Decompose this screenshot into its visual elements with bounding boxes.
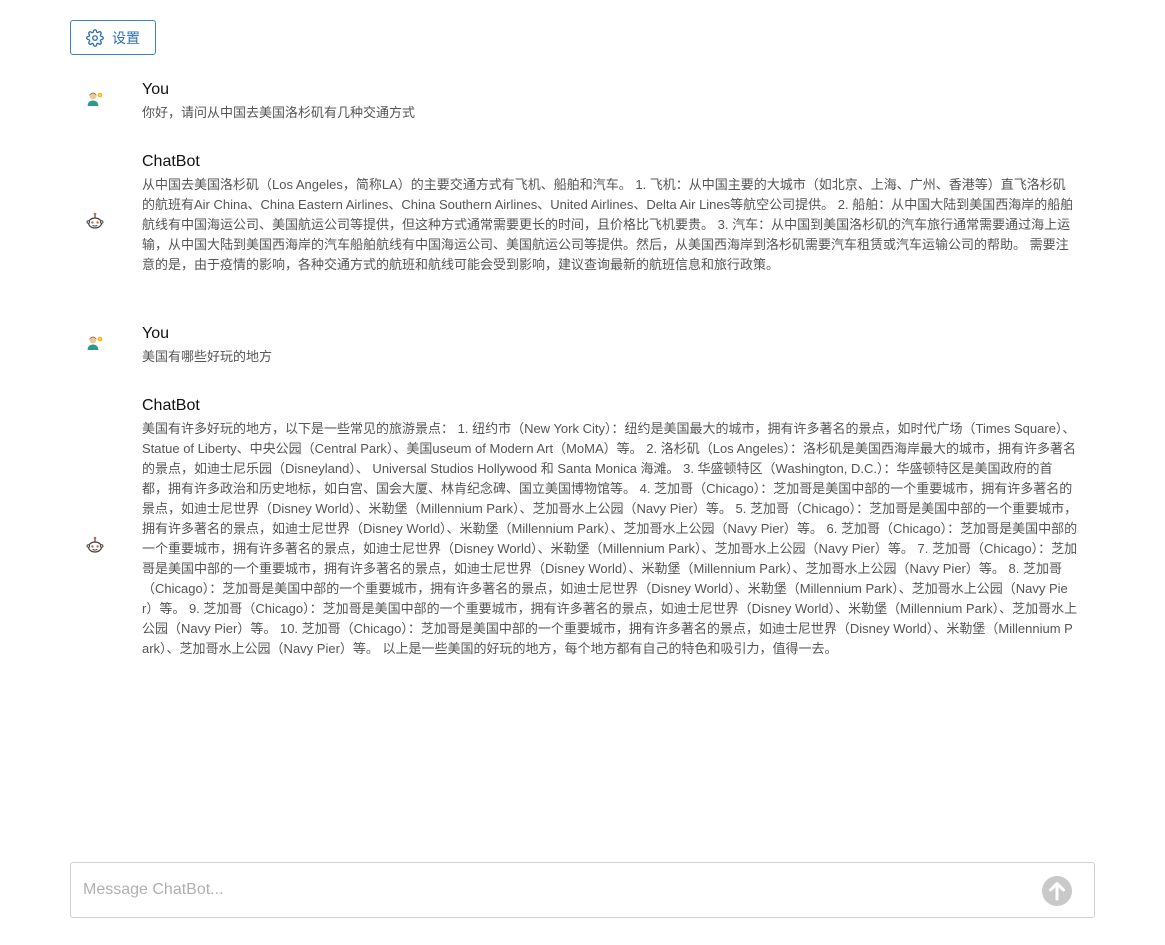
bot-avatar-icon	[86, 212, 104, 230]
message-text: 你好，请问从中国去美国洛杉矶有几种交通方式	[142, 105, 416, 120]
message-text: 从中国去美国洛杉矶（Los Angeles，简称LA）的主要交通方式有飞机、船舶…	[142, 177, 1074, 272]
message-author: You	[142, 325, 169, 342]
send-button[interactable]	[1041, 875, 1073, 907]
message-author: You	[142, 81, 169, 98]
message-content: ChatBot 从中国去美国洛杉矶（Los Angeles，简称LA）的主要交通…	[142, 152, 1078, 275]
message-text: 美国有许多好玩的地方，以下是一些常见的旅游景点： 1. 纽约市（New York…	[142, 421, 1078, 656]
settings-label: 设置	[112, 29, 140, 46]
settings-button[interactable]: 设置	[70, 20, 156, 55]
arrow-up-circle-icon	[1041, 876, 1073, 911]
message-bot: ChatBot 美国有许多好玩的地方，以下是一些常见的旅游景点： 1. 纽约市（…	[0, 396, 1165, 702]
gear-icon	[86, 28, 104, 47]
message-user: You 美国有哪些好玩的地方	[0, 324, 1165, 372]
user-avatar-icon	[86, 334, 104, 352]
user-avatar-icon	[86, 90, 104, 108]
bot-avatar-icon	[86, 536, 104, 554]
message-author: ChatBot	[142, 153, 200, 170]
message-content: ChatBot 美国有许多好玩的地方，以下是一些常见的旅游景点： 1. 纽约市（…	[142, 396, 1078, 659]
message-user: You 你好，请问从中国去美国洛杉矶有几种交通方式	[0, 80, 1165, 128]
message-author: ChatBot	[142, 397, 200, 414]
message-content: You 美国有哪些好玩的地方	[142, 324, 1078, 367]
message-composer	[70, 862, 1095, 918]
message-bot: ChatBot 从中国去美国洛杉矶（Los Angeles，简称LA）的主要交通…	[0, 152, 1165, 298]
message-text: 美国有哪些好玩的地方	[142, 349, 273, 364]
message-input[interactable]	[83, 871, 1023, 909]
message-content: You 你好，请问从中国去美国洛杉矶有几种交通方式	[142, 80, 1078, 123]
